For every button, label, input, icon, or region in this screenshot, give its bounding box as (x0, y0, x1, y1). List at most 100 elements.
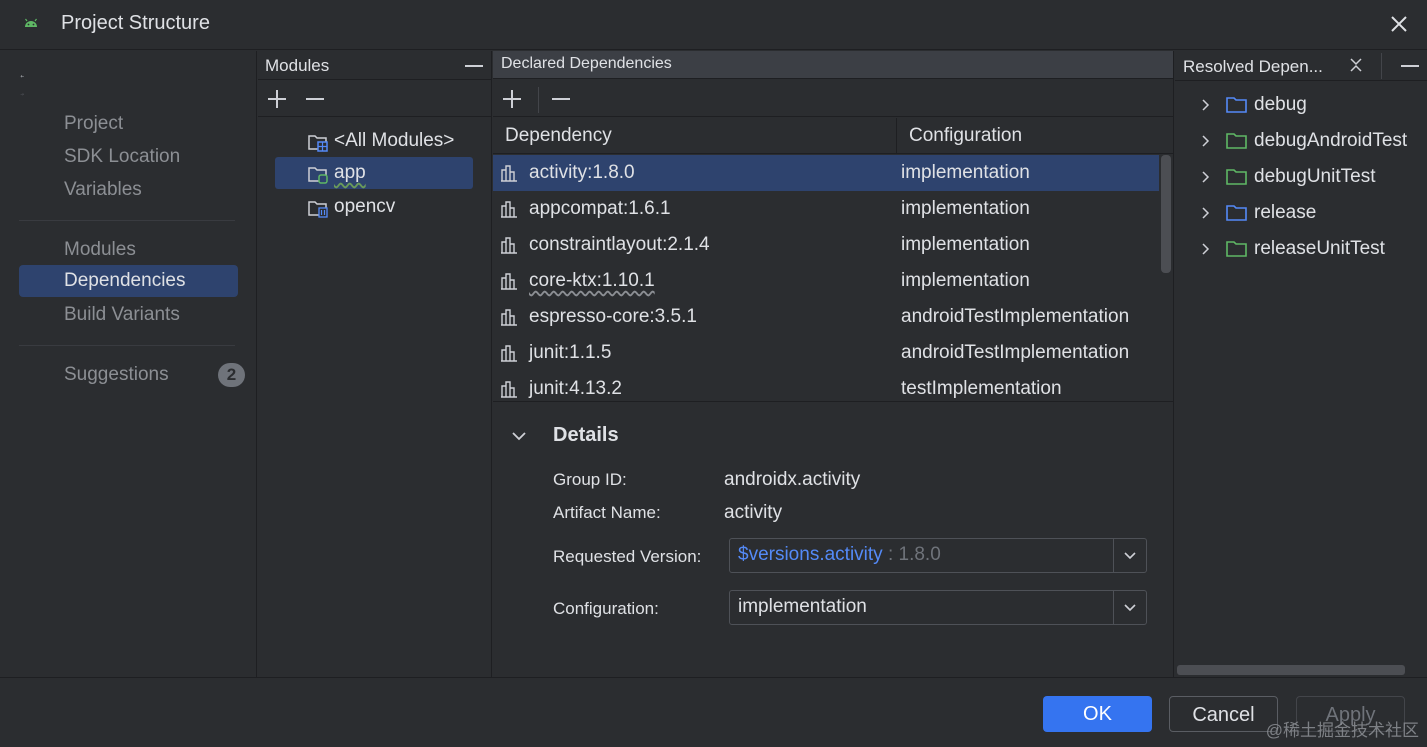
column-header-dependency[interactable]: Dependency (505, 125, 612, 147)
nav-item-modules[interactable]: Modules (19, 234, 238, 266)
header-divider (1381, 53, 1382, 79)
nav-item-sdk-location[interactable]: SDK Location (19, 141, 238, 173)
dependency-row[interactable]: appcompat:1.6.1 implementation (493, 191, 1159, 227)
artifact-name-value: activity (724, 502, 783, 523)
dependency-row[interactable]: junit:4.13.2 testImplementation (493, 371, 1159, 401)
left-navigation: Project SDK Location Variables Modules D… (0, 51, 257, 677)
dialog-footer: OK Cancel Apply @稀土掘金技术社区 (0, 677, 1427, 747)
vertical-scrollbar[interactable] (1161, 155, 1171, 273)
window-title: Project Structure (61, 12, 210, 34)
tree-item-release-unit-test[interactable]: releaseUnitTest (1175, 231, 1427, 267)
library-icon (501, 309, 517, 326)
forward-arrow-icon[interactable] (20, 92, 24, 96)
dependency-configuration: androidTestImplementation (901, 306, 1130, 327)
group-id-value: androidx.activity (724, 469, 861, 490)
dependency-configuration: implementation (901, 270, 1030, 291)
remove-dependency-icon[interactable] (550, 88, 572, 110)
nav-item-variables[interactable]: Variables (19, 174, 238, 206)
dependency-configuration: implementation (901, 198, 1030, 219)
minimize-icon[interactable] (1401, 65, 1419, 67)
chevron-down-icon (1124, 604, 1136, 612)
dependency-name: constraintlayout:2.1.4 (529, 234, 710, 255)
tree-item-debug-unit-test[interactable]: debugUnitTest (1175, 159, 1427, 195)
dropdown-button[interactable] (1113, 539, 1146, 572)
dependency-name: espresso-core:3.5.1 (529, 306, 697, 327)
tree-item-label: releaseUnitTest (1254, 238, 1385, 259)
configuration-combo[interactable]: implementation (729, 590, 1147, 625)
nav-item-suggestions[interactable]: Suggestions 2 (19, 359, 245, 391)
remove-module-icon[interactable] (304, 88, 326, 110)
tree-item-label: debug (1254, 94, 1307, 115)
column-header-configuration[interactable]: Configuration (909, 125, 1022, 147)
library-icon (501, 273, 517, 290)
resolved-dependencies-panel: Resolved Depen... debug debugAndroidTest… (1175, 51, 1427, 677)
modules-panel: Modules <All Modules> app opencv (258, 51, 492, 677)
nav-divider (19, 345, 235, 346)
column-divider[interactable] (896, 118, 897, 154)
cancel-button[interactable]: Cancel (1169, 696, 1278, 732)
tree-item-debug-android-test[interactable]: debugAndroidTest (1175, 123, 1427, 159)
dependency-configuration: implementation (901, 162, 1030, 183)
module-item-opencv[interactable]: opencv (275, 191, 473, 223)
suggestions-label: Suggestions (64, 364, 169, 385)
dropdown-button[interactable] (1113, 591, 1146, 624)
back-arrow-icon[interactable] (20, 74, 24, 78)
chevron-right-icon[interactable] (1199, 243, 1211, 255)
tree-item-release[interactable]: release (1175, 195, 1427, 231)
module-label: <All Modules> (334, 130, 455, 151)
dependency-row[interactable]: constraintlayout:2.1.4 implementation (493, 227, 1159, 263)
nav-divider (19, 220, 235, 221)
test-folder-icon (1226, 169, 1247, 185)
add-dependency-icon[interactable] (501, 88, 523, 110)
configuration-label: Configuration: (553, 599, 659, 618)
toolbar-divider (538, 87, 539, 113)
title-bar: Project Structure (0, 0, 1427, 50)
chevron-right-icon[interactable] (1199, 171, 1211, 183)
module-item-all[interactable]: <All Modules> (275, 125, 473, 157)
chevron-down-icon[interactable] (509, 426, 529, 446)
modules-toolbar (258, 81, 491, 117)
dependency-row[interactable]: junit:1.1.5 androidTestImplementation (493, 335, 1159, 371)
requested-version-combo[interactable]: $versions.activity : 1.8.0 (729, 538, 1147, 573)
tree-item-debug[interactable]: debug (1175, 87, 1427, 123)
all-modules-folder-icon (308, 135, 328, 152)
nav-item-project[interactable]: Project (19, 108, 238, 140)
nav-item-build-variants[interactable]: Build Variants (19, 299, 238, 331)
library-icon (501, 345, 517, 362)
declared-title: Declared Dependencies (501, 55, 672, 72)
dependency-row[interactable]: espresso-core:3.5.1 androidTestImplement… (493, 299, 1159, 335)
requested-version-label: Requested Version: (553, 547, 702, 566)
chevron-right-icon[interactable] (1199, 135, 1211, 147)
dependency-row[interactable]: core-ktx:1.10.1 implementation (493, 263, 1159, 299)
resolved-title: Resolved Depen... (1183, 57, 1323, 76)
dependency-row[interactable]: activity:1.8.0 implementation (493, 155, 1159, 191)
minimize-icon[interactable] (465, 65, 483, 67)
close-icon[interactable] (1387, 12, 1411, 36)
module-label: app (334, 162, 366, 183)
modules-header: Modules (258, 51, 491, 80)
library-icon (501, 201, 517, 218)
collapse-icon[interactable] (1348, 57, 1364, 73)
library-icon (501, 237, 517, 254)
dependency-name: junit:4.13.2 (529, 378, 622, 399)
resolved-version: : 1.8.0 (882, 544, 941, 565)
chevron-down-icon (1124, 552, 1136, 560)
test-folder-icon (1226, 133, 1247, 149)
module-label: opencv (334, 196, 396, 217)
add-module-icon[interactable] (266, 88, 288, 110)
nav-arrows (20, 65, 24, 96)
library-icon (501, 381, 517, 398)
tree-item-label: release (1254, 202, 1317, 223)
dependency-name: core-ktx:1.10.1 (529, 270, 655, 291)
dependency-name: junit:1.1.5 (529, 342, 612, 363)
test-folder-icon (1226, 241, 1247, 257)
horizontal-scrollbar[interactable] (1177, 665, 1405, 675)
ok-button[interactable]: OK (1043, 696, 1152, 732)
chevron-right-icon[interactable] (1199, 207, 1211, 219)
module-item-app[interactable]: app (275, 157, 473, 189)
dependency-name: activity:1.8.0 (529, 162, 635, 183)
app-module-folder-icon (308, 167, 328, 184)
nav-item-dependencies[interactable]: Dependencies (19, 265, 238, 297)
tree-item-label: debugAndroidTest (1254, 130, 1408, 151)
chevron-right-icon[interactable] (1199, 99, 1211, 111)
